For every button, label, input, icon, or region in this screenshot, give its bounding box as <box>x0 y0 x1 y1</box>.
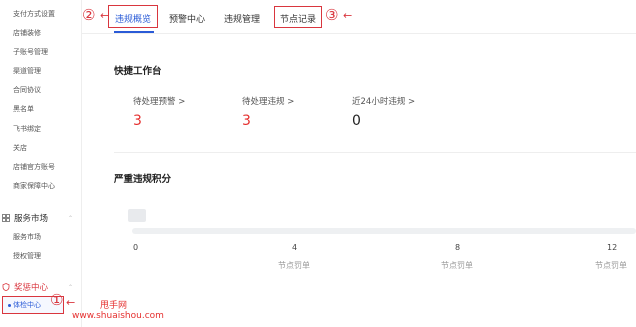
sidebar-item-close-store[interactable]: 关店 <box>13 143 27 153</box>
shield-icon <box>2 283 10 292</box>
score-tick-value: 4 <box>292 243 298 252</box>
sidebar-item-merchant-protection[interactable]: 商家保障中心 <box>13 181 55 191</box>
sidebar-item-service-market[interactable]: 服务市场 <box>13 232 41 242</box>
annotation-number-3: ③ <box>325 6 339 24</box>
watermark-url: www.shuaishou.com <box>72 311 164 321</box>
active-dot-icon <box>8 303 11 307</box>
score-tick-label: 节点罚单 <box>278 261 310 270</box>
sidebar-item-contracts[interactable]: 合同协议 <box>13 85 41 95</box>
sidebar-item-official-account[interactable]: 店铺官方账号 <box>13 162 55 172</box>
score-tick-label: 节点罚单 <box>595 261 627 270</box>
score-tick-label: 节点罚单 <box>441 261 473 270</box>
annotation-number-1: ① <box>50 291 64 309</box>
sidebar-item-store-decoration[interactable]: 店铺装修 <box>13 28 41 38</box>
annotation-arrow-icon: ← <box>66 296 76 309</box>
chevron-up-icon: ⌃ <box>68 283 74 291</box>
chevron-up-icon: ⌃ <box>68 214 74 222</box>
tab-violation-overview[interactable]: 违规概览 <box>115 12 151 25</box>
chevron-right-icon: > <box>287 97 295 107</box>
tab-violation-management[interactable]: 违规管理 <box>224 12 260 25</box>
stat-pending-warnings-link[interactable]: 待处理预警 > <box>133 95 185 107</box>
sidebar: 支付方式设置 店铺装修 子账号管理 渠道管理 合同协议 黑名单 飞书绑定 关店 … <box>0 0 82 327</box>
main-content: ② ← 违规概览 预警中心 违规管理 节点记录 ③ ← 快捷工作台 待处理预警 … <box>82 0 636 327</box>
workbench-title: 快捷工作台 <box>114 66 162 77</box>
sidebar-item-payment-settings[interactable]: 支付方式设置 <box>13 9 55 19</box>
overview-panel: 快捷工作台 待处理预警 > 3 待处理违规 > 3 近24小时违规 > 0 严重… <box>82 35 636 327</box>
tab-bar: ② ← 违规概览 预警中心 违规管理 节点记录 ③ ← <box>82 0 636 34</box>
score-marker <box>128 209 146 222</box>
annotation-arrow-icon: ← <box>343 9 353 22</box>
section-divider <box>114 152 636 153</box>
tab-node-records[interactable]: 节点记录 <box>280 12 316 25</box>
watermark-brand: 甩手网 <box>100 301 128 311</box>
chevron-right-icon: > <box>408 97 416 107</box>
score-progress-track <box>132 228 636 234</box>
stat-pending-violations-value: 3 <box>242 113 251 129</box>
sidebar-group-label: 服务市场 <box>14 214 49 224</box>
sidebar-group-service-market[interactable]: 服务市场 ⌃ <box>2 212 73 224</box>
score-tick-value: 12 <box>607 243 618 252</box>
sidebar-item-label: 体检中心 <box>13 301 41 309</box>
sidebar-item-sub-accounts[interactable]: 子账号管理 <box>13 47 48 57</box>
tab-warning-center[interactable]: 预警中心 <box>169 12 205 25</box>
active-tab-indicator <box>114 31 154 33</box>
stat-pending-warnings-value: 3 <box>133 113 142 129</box>
sidebar-item-channels[interactable]: 渠道管理 <box>13 66 41 76</box>
score-tick-value: 0 <box>133 243 139 252</box>
sidebar-item-feishu-binding[interactable]: 飞书绑定 <box>13 124 41 134</box>
sidebar-item-blacklist[interactable]: 黑名单 <box>13 104 34 114</box>
chevron-right-icon: > <box>178 97 186 107</box>
annotation-number-2: ② <box>82 6 96 24</box>
sidebar-item-authorization[interactable]: 授权管理 <box>13 251 41 261</box>
score-tick-value: 8 <box>455 243 461 252</box>
sidebar-group-label: 奖惩中心 <box>14 283 49 293</box>
stat-24h-violations-link[interactable]: 近24小时违规 > <box>352 95 415 107</box>
sidebar-group-reward-center[interactable]: 奖惩中心 ⌃ <box>2 281 73 293</box>
stat-24h-violations-value: 0 <box>352 113 361 129</box>
grid-icon <box>2 214 10 222</box>
score-title: 严重违规积分 <box>114 174 172 185</box>
stat-pending-violations-link[interactable]: 待处理违规 > <box>242 95 294 107</box>
